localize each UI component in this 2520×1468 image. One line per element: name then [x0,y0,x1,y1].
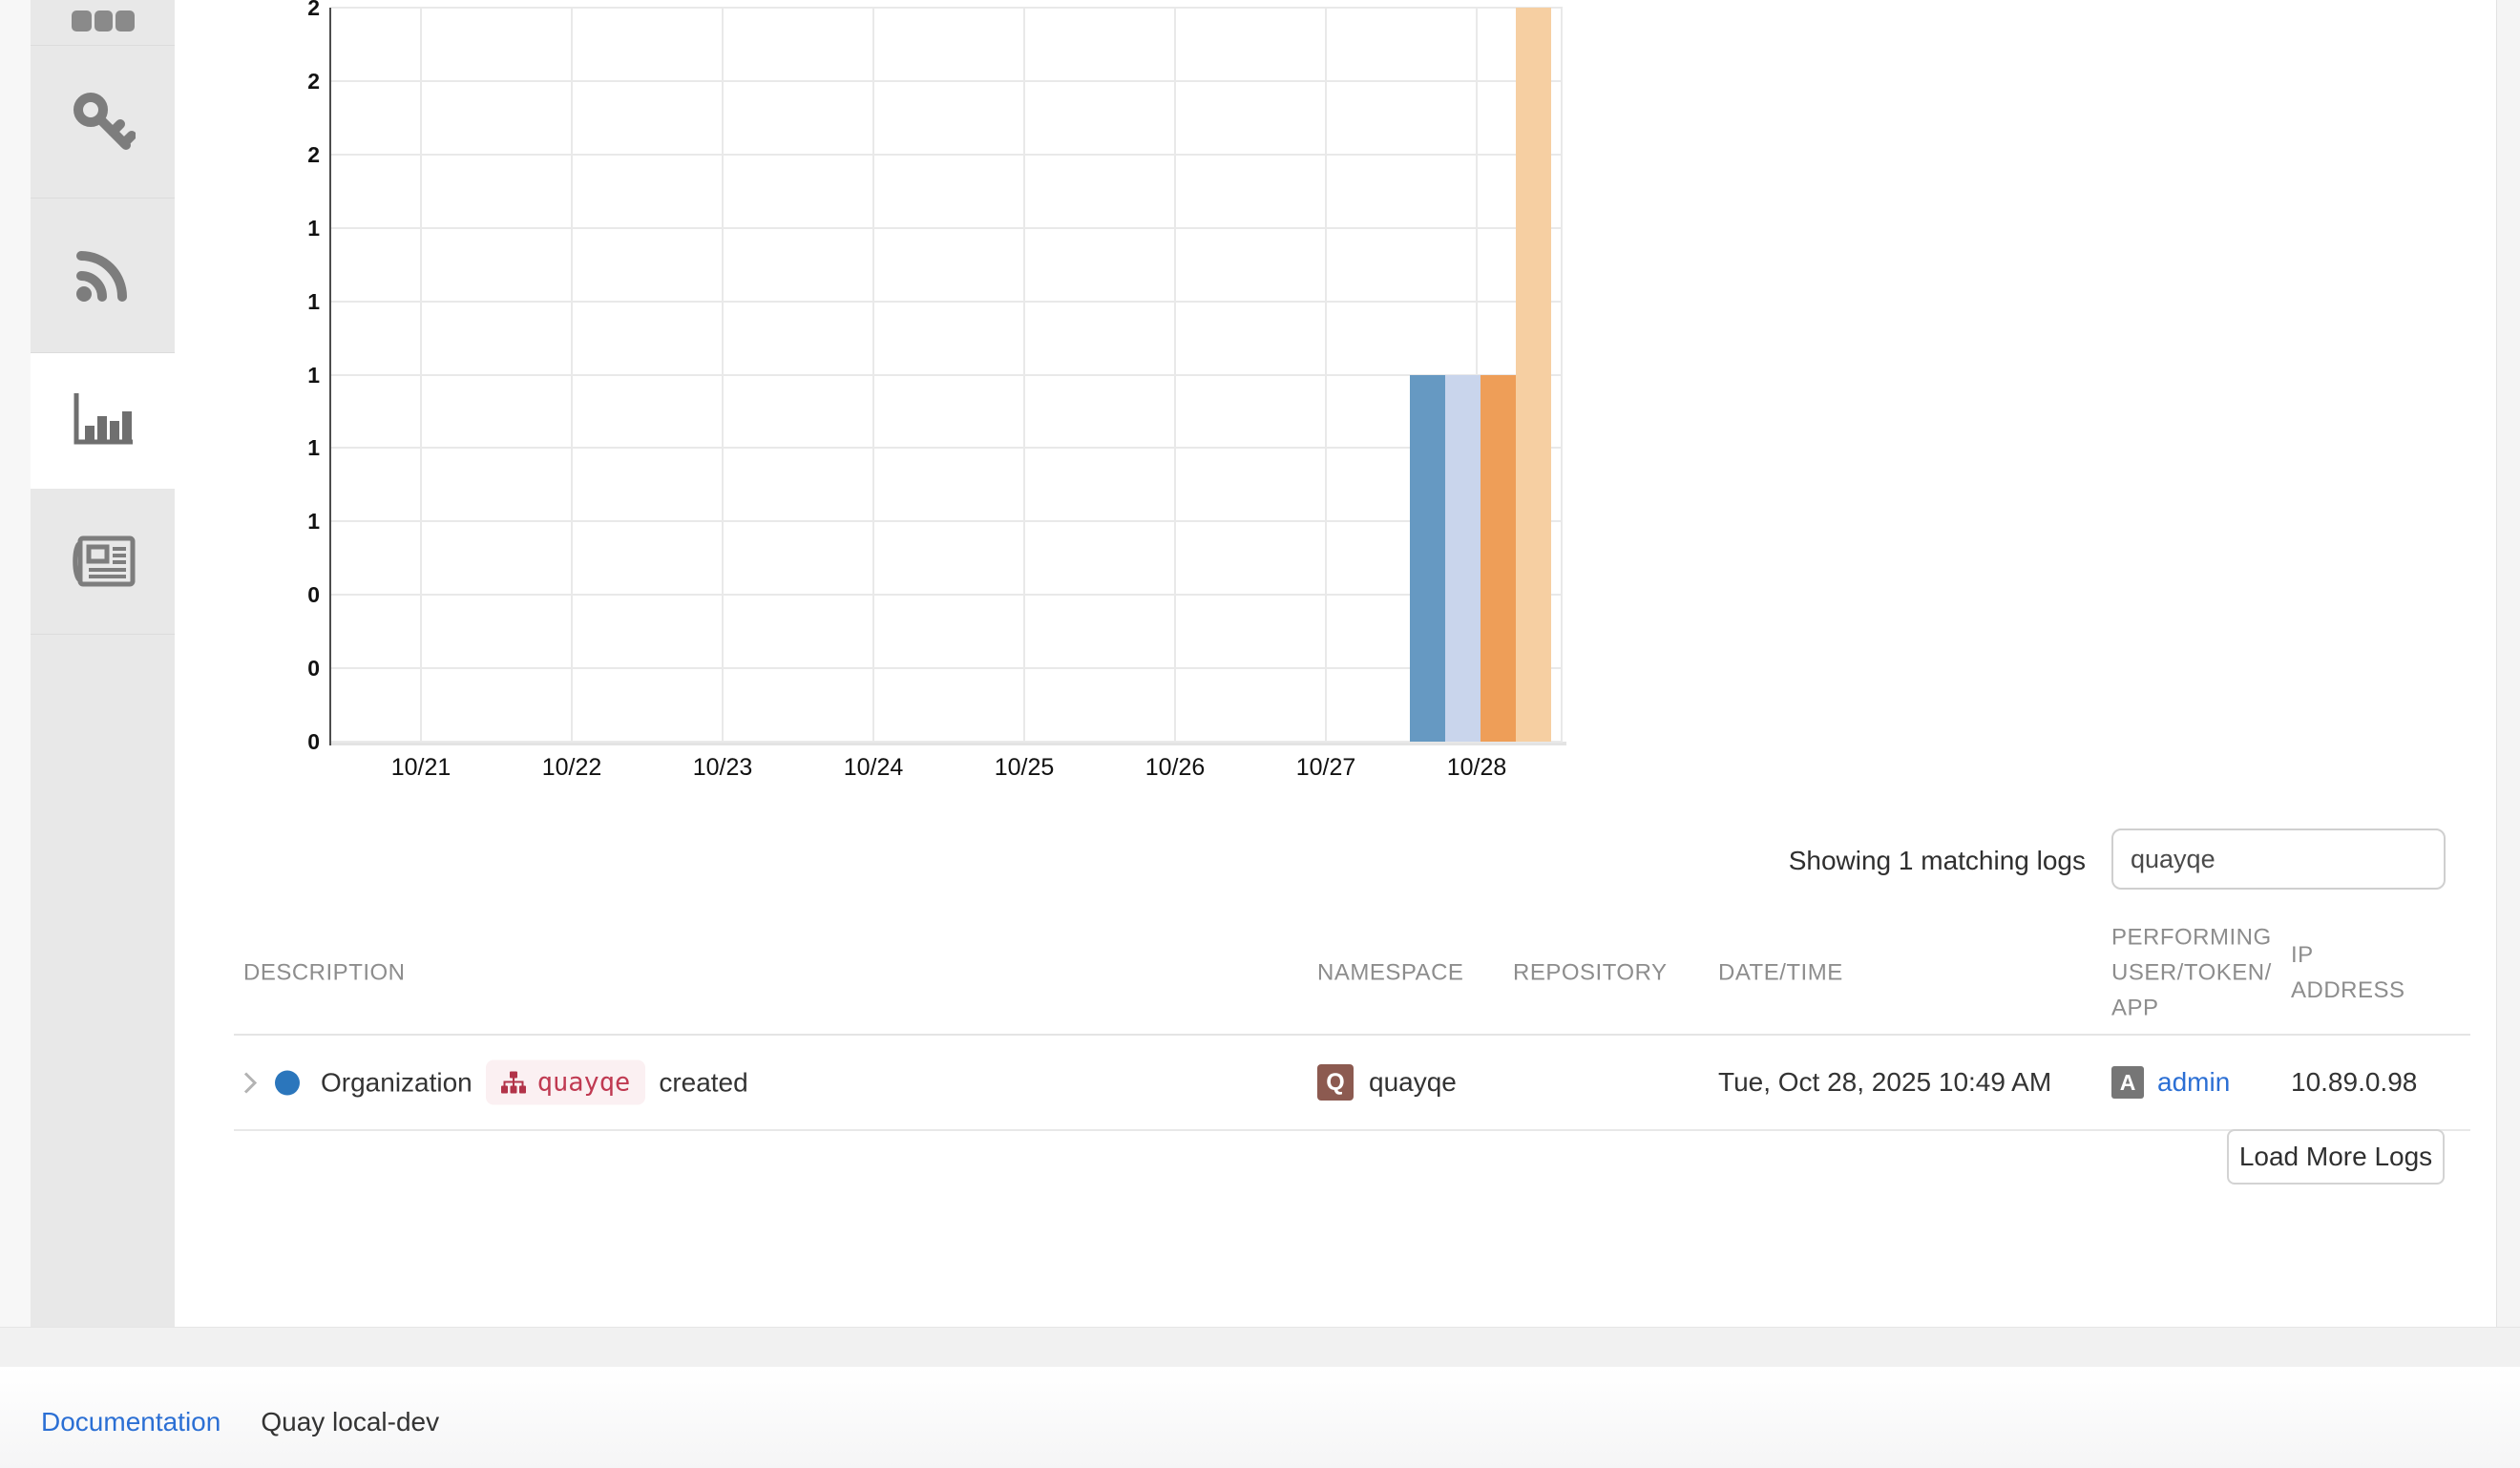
performer-link[interactable]: admin [2157,1067,2230,1098]
log-filter-input[interactable] [2111,828,2446,890]
y-tick-label: 1 [266,289,320,314]
y-tick-label: 1 [266,435,320,460]
entity-name: quayqe [537,1068,631,1098]
chart-gridline-v [722,8,724,742]
chart-gridline-v [1023,8,1025,742]
chart-gridline-h [331,154,1563,156]
chart-y-axis [329,8,331,745]
y-tick-label: 0 [266,656,320,681]
y-tick-label: 1 [266,363,320,388]
performer-avatar: A [2111,1066,2144,1099]
y-tick-label: 1 [266,216,320,241]
log-row: Organization quayqe created [234,1036,2470,1131]
chart-gridline-v [1561,8,1563,742]
x-tick-label: 10/24 [807,754,940,782]
chart-gridline-v [1174,8,1176,742]
usage-logs-chart: 2 2 2 1 1 1 1 1 0 0 0 10/21 10/22 10/23 10/24 10/25 10/2… [0,0,2520,802]
chart-gridline-h [331,301,1563,303]
col-header-description: DESCRIPTION [243,955,406,991]
logs-table-header-row: DESCRIPTION NAMESPACE REPOSITORY DATE/TI… [234,912,2470,1036]
matching-logs-summary: Showing 1 matching logs [1623,846,2086,876]
log-description-cell: Organization quayqe created [243,1060,748,1105]
chart-gridline-h [331,741,1563,743]
chart-gridline-h [331,594,1563,596]
log-datetime-cell: Tue, Oct 28, 2025 10:49 AM [1718,1067,2051,1098]
chart-gridline-h [331,374,1563,376]
x-tick-label: 10/28 [1410,754,1544,782]
col-header-ip: IP ADDRESS [2291,937,2405,1008]
namespace-avatar: Q [1317,1064,1354,1101]
y-tick-label: 0 [266,729,320,754]
log-namespace-cell: Q quayqe [1317,1064,1457,1101]
namespace-name: quayqe [1369,1067,1457,1098]
logs-table: DESCRIPTION NAMESPACE REPOSITORY DATE/TI… [234,912,2470,1131]
app-name-label: Quay local-dev [261,1407,439,1437]
bar-series-light-blue [1445,375,1480,743]
chart-gridline-v [571,8,573,742]
y-tick-label: 2 [266,0,320,20]
chart-gridline-v [872,8,874,742]
x-tick-label: 10/23 [656,754,789,782]
col-header-namespace: NAMESPACE [1317,955,1463,991]
y-tick-label: 2 [266,69,320,94]
log-performer-cell: A admin [2111,1066,2230,1099]
chart-gridline-h [331,447,1563,449]
y-tick-label: 1 [266,509,320,534]
documentation-link[interactable]: Documentation [41,1407,220,1437]
chart-gridline-h [331,667,1563,669]
chart-gridline-v [1325,8,1327,742]
entity-chip[interactable]: quayqe [486,1060,646,1105]
bar-series-light-orange [1516,8,1551,742]
bar-series-orange [1480,375,1516,743]
x-tick-label: 10/21 [354,754,488,782]
y-tick-label: 0 [266,582,320,607]
footer: Documentation Quay local-dev [0,1367,2520,1468]
load-more-logs-button[interactable]: Load More Logs [2227,1129,2445,1185]
organization-icon [501,1072,526,1094]
event-type-dot [275,1070,300,1095]
col-header-datetime: DATE/TIME [1718,955,1843,991]
log-ip-cell: 10.89.0.98 [2291,1067,2417,1098]
expand-chevron-icon[interactable] [243,1071,258,1094]
chart-gridline-v [420,8,422,742]
y-tick-label: 2 [266,142,320,167]
chart-gridline-h [331,80,1563,82]
description-suffix: created [659,1067,747,1098]
bar-series-blue [1410,375,1445,743]
chart-gridline-h [331,227,1563,229]
right-scroll-track[interactable] [2496,0,2520,1367]
col-header-repository: REPOSITORY [1513,955,1668,991]
x-tick-label: 10/27 [1259,754,1393,782]
chart-gridline-h [331,520,1563,522]
footer-divider-band [0,1327,2520,1367]
x-tick-label: 10/25 [957,754,1091,782]
description-prefix: Organization [321,1067,472,1098]
chart-gridline-h [331,7,1563,9]
x-tick-label: 10/26 [1108,754,1242,782]
x-tick-label: 10/22 [505,754,639,782]
col-header-performer: PERFORMING USER/TOKEN/ APP [2111,920,2272,1026]
